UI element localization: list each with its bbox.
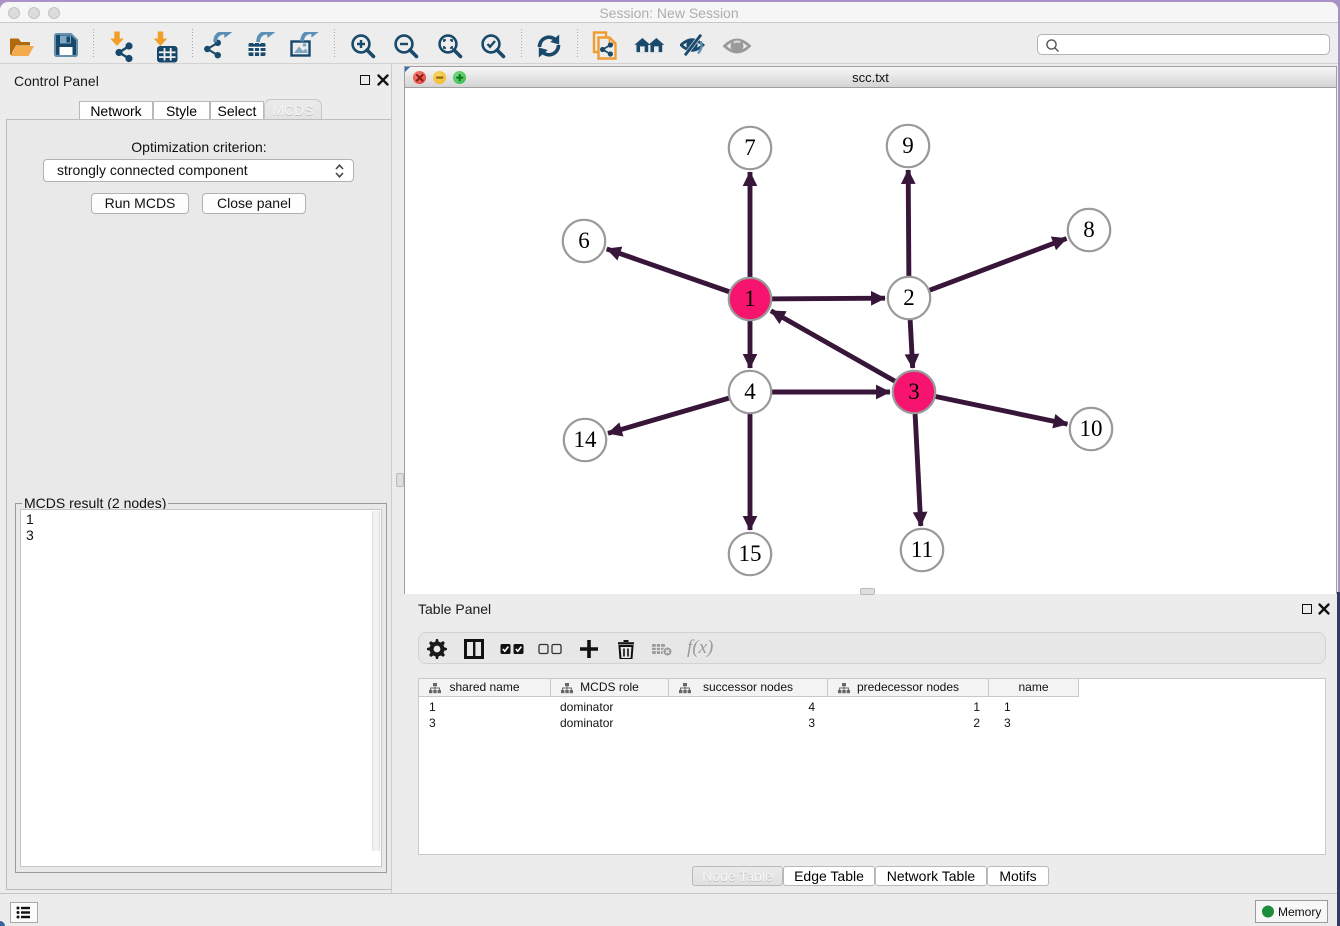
svg-text:10: 10 <box>1080 416 1103 441</box>
svg-text:6: 6 <box>578 228 590 253</box>
svg-text:Memory: Memory <box>1278 905 1321 919</box>
svg-text:14: 14 <box>574 427 598 452</box>
svg-text:9: 9 <box>902 133 914 158</box>
svg-text:15: 15 <box>739 541 762 566</box>
svg-text:8: 8 <box>1083 217 1095 242</box>
svg-text:11: 11 <box>911 537 933 562</box>
svg-text:3: 3 <box>908 379 920 404</box>
svg-text:1: 1 <box>744 286 756 311</box>
svg-text:2: 2 <box>903 285 915 310</box>
svg-text:4: 4 <box>744 379 756 404</box>
svg-text:7: 7 <box>744 135 756 160</box>
